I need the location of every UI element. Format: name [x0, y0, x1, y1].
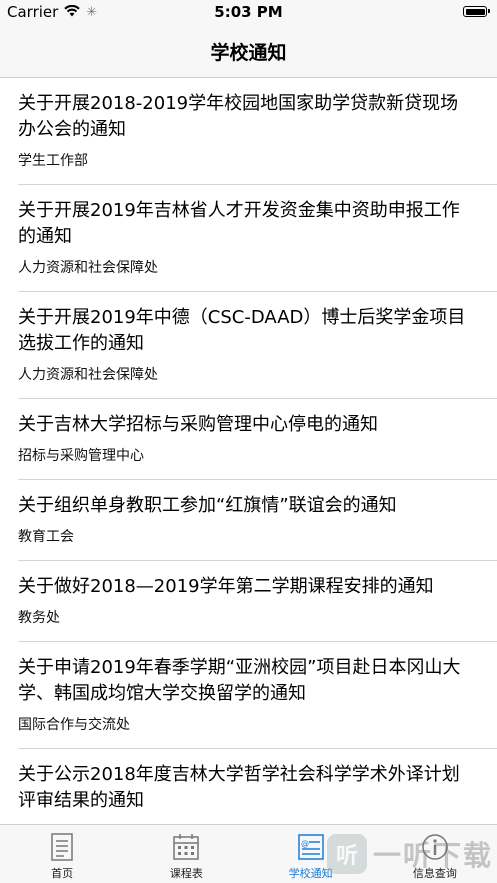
- notice-list[interactable]: 关于开展2018-2019学年校园地国家助学贷款新贷现场办公会的通知 学生工作部…: [0, 78, 497, 824]
- tab-schedule[interactable]: 课程表: [124, 825, 248, 883]
- list-item[interactable]: 关于吉林大学招标与采购管理中心停电的通知 招标与采购管理中心: [0, 399, 497, 480]
- notice-title: 关于吉林大学招标与采购管理中心停电的通知: [18, 414, 378, 435]
- notice-icon: @: [296, 832, 326, 862]
- list-item[interactable]: 关于申请2019年春季学期“亚洲校园”项目赴日本冈山大学、韩国成均馆大学交换留学…: [0, 642, 497, 749]
- tab-label: 首页: [51, 867, 74, 880]
- list-item[interactable]: 关于开展2018-2019学年校园地国家助学贷款新贷现场办公会的通知 学生工作部: [0, 78, 497, 185]
- notice-department: 人力资源和社会保障处: [18, 260, 158, 276]
- tab-label: 学校通知: [288, 867, 333, 880]
- notice-department: 招标与采购管理中心: [18, 448, 144, 464]
- tab-label: 课程表: [169, 867, 203, 880]
- notice-title: 关于申请2019年春季学期“亚洲校园”项目赴日本冈山大学、韩国成均馆大学交换留学…: [18, 657, 461, 704]
- notice-department: 教务处: [18, 610, 60, 626]
- notice-title: 关于公示2018年度吉林大学哲学社会科学学术外译计划评审结果的通知: [18, 764, 460, 811]
- page-title: 学校通知: [210, 42, 287, 64]
- notice-department: 教育工会: [18, 529, 74, 545]
- notice-department: 人力资源和社会保障处: [18, 367, 158, 383]
- notice-department: 国际合作与交流处: [18, 717, 130, 733]
- tab-school-notice[interactable]: @ 学校通知: [249, 825, 373, 883]
- tab-home[interactable]: 首页: [0, 825, 124, 883]
- status-time: 5:03 PM: [214, 3, 283, 21]
- notice-title: 关于组织单身教职工参加“红旗情”联谊会的通知: [18, 495, 397, 516]
- notice-title: 关于开展2019年中德（CSC-DAAD）博士后奖学金项目选拔工作的通知: [18, 307, 466, 354]
- list-item[interactable]: 关于做好2018—2019学年第二学期课程安排的通知 教务处: [0, 561, 497, 642]
- tab-bar: 首页 课程表 @ 学校通知 信息查询: [0, 824, 497, 883]
- notice-title: 关于开展2018-2019学年校园地国家助学贷款新贷现场办公会的通知: [18, 93, 459, 140]
- notice-title: 关于开展2019年吉林省人才开发资金集中资助申报工作的通知: [18, 200, 460, 247]
- document-icon: [47, 832, 77, 862]
- calendar-icon: [171, 832, 201, 862]
- info-icon: [420, 832, 450, 862]
- status-bar: Carrier ✳ 5:03 PM: [0, 0, 497, 26]
- notice-title: 关于做好2018—2019学年第二学期课程安排的通知: [18, 576, 434, 597]
- tab-label: 信息查询: [412, 867, 457, 880]
- notice-department: 学生工作部: [18, 153, 88, 169]
- list-item[interactable]: 关于开展2019年吉林省人才开发资金集中资助申报工作的通知 人力资源和社会保障处: [0, 185, 497, 292]
- list-item[interactable]: 关于公示2018年度吉林大学哲学社会科学学术外译计划评审结果的通知: [0, 749, 497, 824]
- svg-text:@: @: [301, 839, 309, 848]
- tab-info-query[interactable]: 信息查询: [373, 825, 497, 883]
- nav-bar: 学校通知: [0, 26, 497, 78]
- list-item[interactable]: 关于组织单身教职工参加“红旗情”联谊会的通知 教育工会: [0, 480, 497, 561]
- list-item[interactable]: 关于开展2019年中德（CSC-DAAD）博士后奖学金项目选拔工作的通知 人力资…: [0, 292, 497, 399]
- battery-icon: [463, 6, 490, 17]
